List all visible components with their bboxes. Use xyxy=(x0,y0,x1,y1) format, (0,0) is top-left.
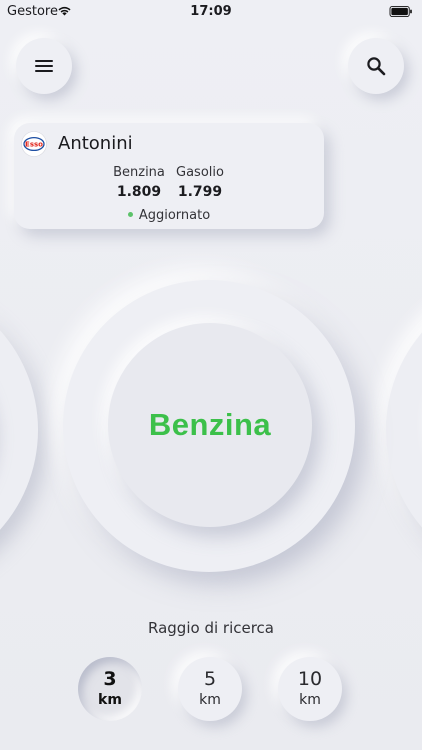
radius-value: 10 xyxy=(297,668,323,690)
hamburger-menu-icon xyxy=(35,60,53,72)
status-dot-icon xyxy=(127,211,133,217)
esso-logo-icon: Esso xyxy=(21,131,47,157)
update-status: Aggiornato xyxy=(14,208,324,223)
radius-label: Raggio di ricerca xyxy=(148,619,274,637)
station-name: Antonini xyxy=(58,133,133,154)
clock: 17:09 xyxy=(190,4,232,19)
fuel-selector-button[interactable]: Benzina xyxy=(108,323,312,527)
radius-option-10km[interactable]: 10 km xyxy=(278,657,342,721)
radius-unit: km xyxy=(98,692,122,708)
fuel-option-previous[interactable] xyxy=(0,280,38,580)
station-card[interactable]: Esso Antonini Benzina 1.809 Gasolio 1.79… xyxy=(14,123,324,229)
radius-unit: km xyxy=(199,692,221,708)
radius-value: 3 xyxy=(103,668,117,690)
radius-option-5km[interactable]: 5 km xyxy=(178,657,242,721)
update-status-label: Aggiornato xyxy=(138,208,211,223)
search-button[interactable] xyxy=(348,38,404,94)
fuel-option-next[interactable] xyxy=(386,280,422,580)
radius-unit: km xyxy=(299,692,321,708)
radius-option-3km[interactable]: 3 km xyxy=(78,657,142,721)
search-icon xyxy=(367,57,386,76)
price-column-gasolio: Gasolio 1.799 xyxy=(160,165,240,200)
fuel-price: 1.799 xyxy=(177,184,223,200)
app-screen: Gestore 17:09 Esso Antonini Benzina 1.80… xyxy=(0,0,422,750)
battery-icon xyxy=(389,6,412,17)
menu-button[interactable] xyxy=(16,38,72,94)
selected-fuel-label: Benzina xyxy=(148,407,272,442)
fuel-selector[interactable]: Benzina xyxy=(63,280,355,572)
status-bar: Gestore 17:09 xyxy=(0,0,422,24)
esso-logo-text: Esso xyxy=(25,141,43,149)
radius-value: 5 xyxy=(203,668,217,690)
fuel-label: Gasolio xyxy=(176,165,224,180)
